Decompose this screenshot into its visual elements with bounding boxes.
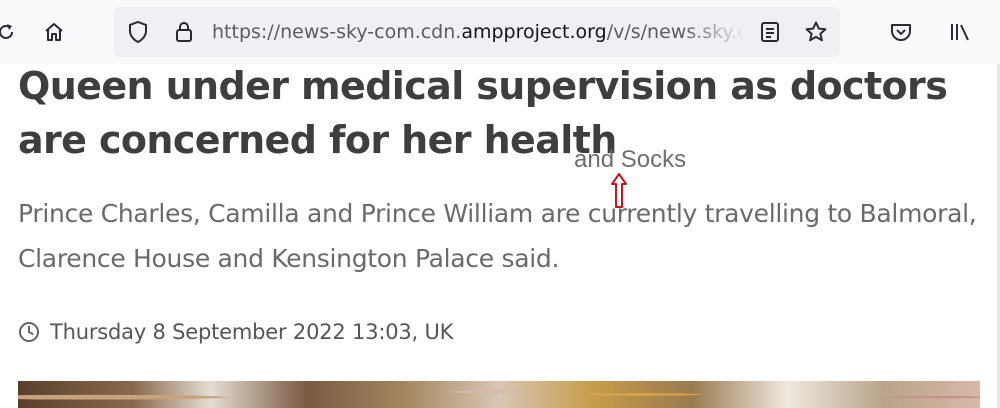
hero-image[interactable] [18,381,980,408]
bookmark-star-icon[interactable] [800,16,832,48]
article-dateline: Thursday 8 September 2022 13:03, UK [18,316,453,348]
reload-icon[interactable] [0,16,22,48]
shield-icon[interactable] [122,16,154,48]
url-bar[interactable]: https://news-sky-com.cdn.ampproject.org/… [114,7,840,57]
reader-view-icon[interactable] [754,16,786,48]
library-icon[interactable] [944,16,976,48]
lock-icon[interactable] [168,16,200,48]
home-icon[interactable] [38,16,70,48]
article-date: Thursday 8 September 2022 13:03, UK [50,320,454,344]
annotation-text: and Socks [574,146,687,173]
url-text[interactable]: https://news-sky-com.cdn.ampproject.org/… [212,18,746,46]
clock-icon [19,322,39,342]
annotation-arrow-icon [611,173,627,208]
pocket-icon[interactable] [885,16,917,48]
article-headline: Queen under medical supervision as docto… [18,64,948,162]
browser-toolbar: https://news-sky-com.cdn.ampproject.org/… [0,0,1000,64]
article-subheadline: Prince Charles, Camilla and Prince Willi… [18,199,977,273]
